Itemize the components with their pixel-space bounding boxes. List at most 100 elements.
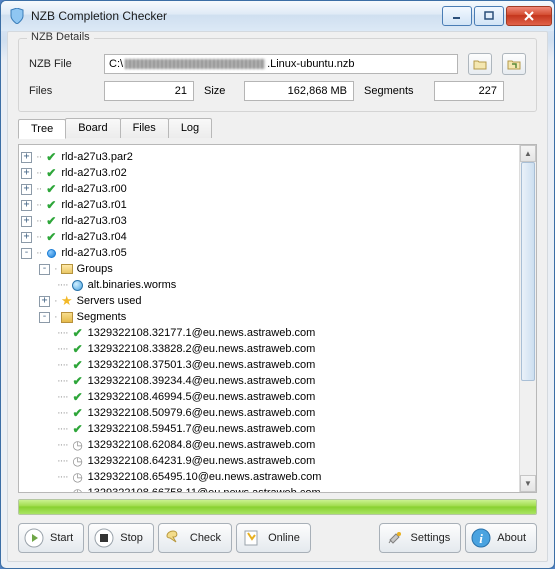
- tab-board[interactable]: Board: [65, 118, 120, 138]
- minimize-button[interactable]: [442, 6, 472, 26]
- check-icon: ✔: [44, 214, 58, 228]
- browse-button[interactable]: [502, 53, 526, 75]
- check-icon: ✔: [44, 150, 58, 164]
- tree-item[interactable]: ····◷1329322108.62084.8@eu.news.astraweb…: [21, 437, 534, 453]
- tree-item[interactable]: -··rld-a27u3.r05: [21, 245, 534, 261]
- tree-item[interactable]: ····✔1329322108.33828.2@eu.news.astraweb…: [21, 341, 534, 357]
- tree-label: 1329322108.50979.6@eu.news.astraweb.com: [88, 405, 316, 421]
- scroll-down-button[interactable]: ▼: [520, 475, 536, 492]
- nzb-details-group: NZB Details NZB File C:\ .Linux-ubuntu.n…: [18, 38, 537, 112]
- online-button[interactable]: Online: [236, 523, 311, 553]
- maximize-button[interactable]: [474, 6, 504, 26]
- clock-icon: ◷: [71, 454, 85, 468]
- scroll-up-button[interactable]: ▲: [520, 145, 536, 162]
- toolbar: Start Stop Check Online Settings i Abou: [18, 521, 537, 553]
- tree-label: Segments: [77, 309, 127, 325]
- tree-label: 1329322108.64231.9@eu.news.astraweb.com: [88, 453, 316, 469]
- expander-icon[interactable]: +: [21, 216, 32, 227]
- close-button[interactable]: [506, 6, 552, 26]
- expander-icon[interactable]: -: [39, 312, 50, 323]
- tree-item[interactable]: ····✔1329322108.39234.4@eu.news.astraweb…: [21, 373, 534, 389]
- expander-icon[interactable]: +: [21, 152, 32, 163]
- svg-text:i: i: [479, 531, 483, 546]
- clock-icon: ◷: [71, 438, 85, 452]
- clock-icon: ◷: [71, 486, 85, 493]
- expander-icon[interactable]: -: [21, 248, 32, 259]
- tab-tree[interactable]: Tree: [18, 119, 66, 139]
- tree-label: Servers used: [77, 293, 142, 309]
- check-icon: ✔: [71, 358, 85, 372]
- tree-item[interactable]: +··✔rld-a27u3.r00: [21, 181, 534, 197]
- redacted-path: [125, 59, 265, 69]
- tree-item[interactable]: ····◷1329322108.65495.10@eu.news.astrawe…: [21, 469, 534, 485]
- scroll-thumb[interactable]: [521, 162, 535, 381]
- tree-item[interactable]: +··✔rld-a27u3.r03: [21, 213, 534, 229]
- file-path-input[interactable]: C:\ .Linux-ubuntu.nzb: [104, 54, 458, 74]
- check-icon: ✔: [71, 406, 85, 420]
- files-value: 21: [104, 81, 194, 101]
- tab-bar: Tree Board Files Log: [18, 118, 537, 138]
- titlebar[interactable]: NZB Completion Checker: [1, 1, 554, 31]
- segments-value: 227: [434, 81, 504, 101]
- tree-item[interactable]: -·Groups: [21, 261, 534, 277]
- check-icon: ✔: [71, 422, 85, 436]
- tab-files[interactable]: Files: [120, 118, 169, 138]
- tree-label: 1329322108.39234.4@eu.news.astraweb.com: [88, 373, 316, 389]
- check-button[interactable]: Check: [158, 523, 232, 553]
- check-icon: ✔: [71, 326, 85, 340]
- size-value: 162,868 MB: [244, 81, 354, 101]
- settings-icon: [384, 527, 406, 549]
- tree-label: rld-a27u3.r04: [61, 229, 126, 245]
- tree-item[interactable]: +·★Servers used: [21, 293, 534, 309]
- start-button[interactable]: Start: [18, 523, 84, 553]
- expander-icon[interactable]: +: [21, 184, 32, 195]
- tree-label: 1329322108.32177.1@eu.news.astraweb.com: [88, 325, 316, 341]
- tree-label: 1329322108.65495.10@eu.news.astraweb.com: [88, 469, 322, 485]
- check-icon: ✔: [44, 198, 58, 212]
- scroll-track[interactable]: [520, 162, 536, 475]
- tree-item[interactable]: ····✔1329322108.37501.3@eu.news.astraweb…: [21, 357, 534, 373]
- package-icon: [60, 262, 74, 276]
- vertical-scrollbar[interactable]: ▲ ▼: [519, 145, 536, 492]
- star-icon: ★: [60, 294, 74, 308]
- tree-item[interactable]: ····alt.binaries.worms: [21, 277, 534, 293]
- check-icon: ✔: [71, 342, 85, 356]
- tab-log[interactable]: Log: [168, 118, 212, 138]
- check-icon: ✔: [71, 374, 85, 388]
- tree-label: rld-a27u3.par2: [61, 149, 133, 165]
- tree-item[interactable]: ····✔1329322108.32177.1@eu.news.astraweb…: [21, 325, 534, 341]
- check-icon: ✔: [44, 166, 58, 180]
- online-icon: [241, 527, 263, 549]
- stop-button[interactable]: Stop: [88, 523, 154, 553]
- about-button[interactable]: i About: [465, 523, 537, 553]
- expander-icon[interactable]: +: [21, 168, 32, 179]
- tree-item[interactable]: +··✔rld-a27u3.par2: [21, 149, 534, 165]
- settings-button[interactable]: Settings: [379, 523, 462, 553]
- group-title: NZB Details: [27, 31, 94, 43]
- expander-icon[interactable]: +: [39, 296, 50, 307]
- expander-icon[interactable]: +: [21, 200, 32, 211]
- tree-item[interactable]: +··✔rld-a27u3.r01: [21, 197, 534, 213]
- tree-item[interactable]: -·Segments: [21, 309, 534, 325]
- tree-item[interactable]: ····✔1329322108.59451.7@eu.news.astraweb…: [21, 421, 534, 437]
- tree-label: rld-a27u3.r01: [61, 197, 126, 213]
- dot-icon: [44, 246, 58, 260]
- progress-bar: [18, 499, 537, 515]
- info-icon: i: [470, 527, 492, 549]
- tree-item[interactable]: ····◷1329322108.66758.11@eu.news.astrawe…: [21, 485, 534, 493]
- expander-icon[interactable]: -: [39, 264, 50, 275]
- progress-fill: [19, 500, 536, 514]
- tree-item[interactable]: ····✔1329322108.50979.6@eu.news.astraweb…: [21, 405, 534, 421]
- tree-view[interactable]: +··✔rld-a27u3.par2+··✔rld-a27u3.r02+··✔r…: [18, 144, 537, 493]
- tree-label: rld-a27u3.r05: [61, 245, 126, 261]
- tree-item[interactable]: ····✔1329322108.46994.5@eu.news.astraweb…: [21, 389, 534, 405]
- tree-label: 1329322108.46994.5@eu.news.astraweb.com: [88, 389, 316, 405]
- expander-icon[interactable]: +: [21, 232, 32, 243]
- check-icon: ✔: [44, 182, 58, 196]
- tree-item[interactable]: ····◷1329322108.64231.9@eu.news.astraweb…: [21, 453, 534, 469]
- tree-item[interactable]: +··✔rld-a27u3.r02: [21, 165, 534, 181]
- open-folder-button[interactable]: [468, 53, 492, 75]
- client-area: NZB Details NZB File C:\ .Linux-ubuntu.n…: [7, 31, 548, 562]
- tree-item[interactable]: +··✔rld-a27u3.r04: [21, 229, 534, 245]
- files-label: Files: [29, 85, 94, 97]
